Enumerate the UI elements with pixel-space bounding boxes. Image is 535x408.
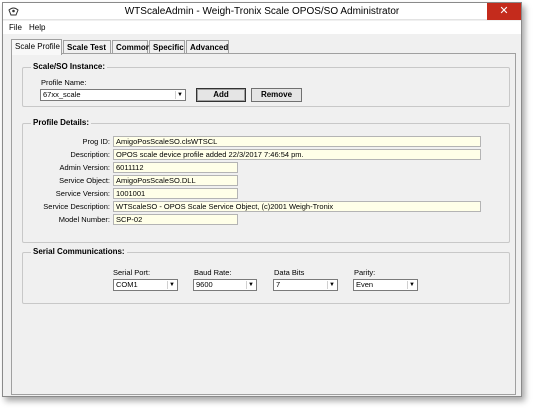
- description-field[interactable]: OPOS scale device profile added 22/3/201…: [113, 149, 481, 160]
- chevron-down-icon: ▼: [175, 91, 184, 99]
- serial-port-label: Serial Port:: [113, 268, 151, 277]
- serial-port-select[interactable]: COM1 ▼: [113, 279, 178, 291]
- profile-details-group: Profile Details: Prog ID: AmigoPosScaleS…: [22, 118, 510, 243]
- tab-advanced[interactable]: Advanced: [186, 40, 229, 54]
- chevron-down-icon: ▼: [167, 281, 176, 289]
- service-object-field[interactable]: AmigoPosScaleSO.DLL: [113, 175, 238, 186]
- window-title: WTScaleAdmin - Weigh-Tronix Scale OPOS/S…: [124, 6, 400, 17]
- description-label: Description:: [70, 150, 110, 159]
- remove-button[interactable]: Remove: [251, 88, 302, 102]
- serial-group: Serial Communications: Serial Port: COM1…: [22, 247, 510, 304]
- close-icon: ✕: [499, 5, 509, 17]
- parity-value: Even: [356, 280, 374, 289]
- menu-help[interactable]: Help: [29, 23, 45, 32]
- profile-name-select[interactable]: 67xx_scale ▼: [40, 89, 186, 101]
- parity-select[interactable]: Even ▼: [353, 279, 418, 291]
- prog-id-label: Prog ID:: [82, 137, 110, 146]
- title-bar[interactable]: WTScaleAdmin - Weigh-Tronix Scale OPOS/S…: [3, 3, 521, 20]
- model-number-field[interactable]: SCP-02: [113, 214, 238, 225]
- prog-id-field[interactable]: AmigoPosScaleSO.clsWTSCL: [113, 136, 481, 147]
- tab-scale-test[interactable]: Scale Test: [63, 40, 111, 54]
- profile-name-value: 67xx_scale: [43, 90, 81, 99]
- close-button[interactable]: ✕: [487, 3, 521, 20]
- tab-specific[interactable]: Specific: [149, 40, 185, 54]
- data-bits-select[interactable]: 7 ▼: [273, 279, 338, 291]
- serial-port-value: COM1: [116, 280, 138, 289]
- instance-group-title: Scale/SO Instance:: [31, 62, 108, 71]
- profile-details-title: Profile Details:: [31, 118, 92, 127]
- add-button[interactable]: Add: [196, 88, 246, 102]
- chevron-down-icon: ▼: [407, 281, 416, 289]
- tab-scale-profile[interactable]: Scale Profile: [11, 39, 62, 55]
- chevron-down-icon: ▼: [246, 281, 255, 289]
- service-version-field[interactable]: 1001001: [113, 188, 238, 199]
- data-bits-label: Data Bits: [274, 268, 305, 277]
- scale-profile-panel: Scale/SO Instance: Profile Name: 67xx_sc…: [11, 53, 516, 395]
- baud-rate-value: 9600: [196, 280, 213, 289]
- parity-label: Parity:: [354, 268, 376, 277]
- service-object-label: Service Object:: [59, 176, 110, 185]
- profile-name-label: Profile Name:: [41, 78, 87, 87]
- baud-rate-label: Baud Rate:: [194, 268, 232, 277]
- chevron-down-icon: ▼: [327, 281, 336, 289]
- service-description-field[interactable]: WTScaleSO - OPOS Scale Service Object, (…: [113, 201, 481, 212]
- instance-group: Scale/SO Instance: Profile Name: 67xx_sc…: [22, 62, 510, 107]
- data-bits-value: 7: [276, 280, 281, 289]
- service-version-label: Service Version:: [55, 189, 110, 198]
- serial-group-title: Serial Communications:: [31, 247, 127, 256]
- baud-rate-select[interactable]: 9600 ▼: [193, 279, 257, 291]
- tab-common[interactable]: Common: [112, 40, 151, 54]
- model-number-label: Model Number:: [58, 215, 110, 224]
- menu-file[interactable]: File: [9, 23, 22, 32]
- admin-version-field[interactable]: 6011112: [113, 162, 238, 173]
- service-description-label: Service Description:: [43, 202, 110, 211]
- app-window: WTScaleAdmin - Weigh-Tronix Scale OPOS/S…: [2, 2, 522, 397]
- menu-bar: File Help: [3, 21, 521, 34]
- admin-version-label: Admin Version:: [59, 163, 110, 172]
